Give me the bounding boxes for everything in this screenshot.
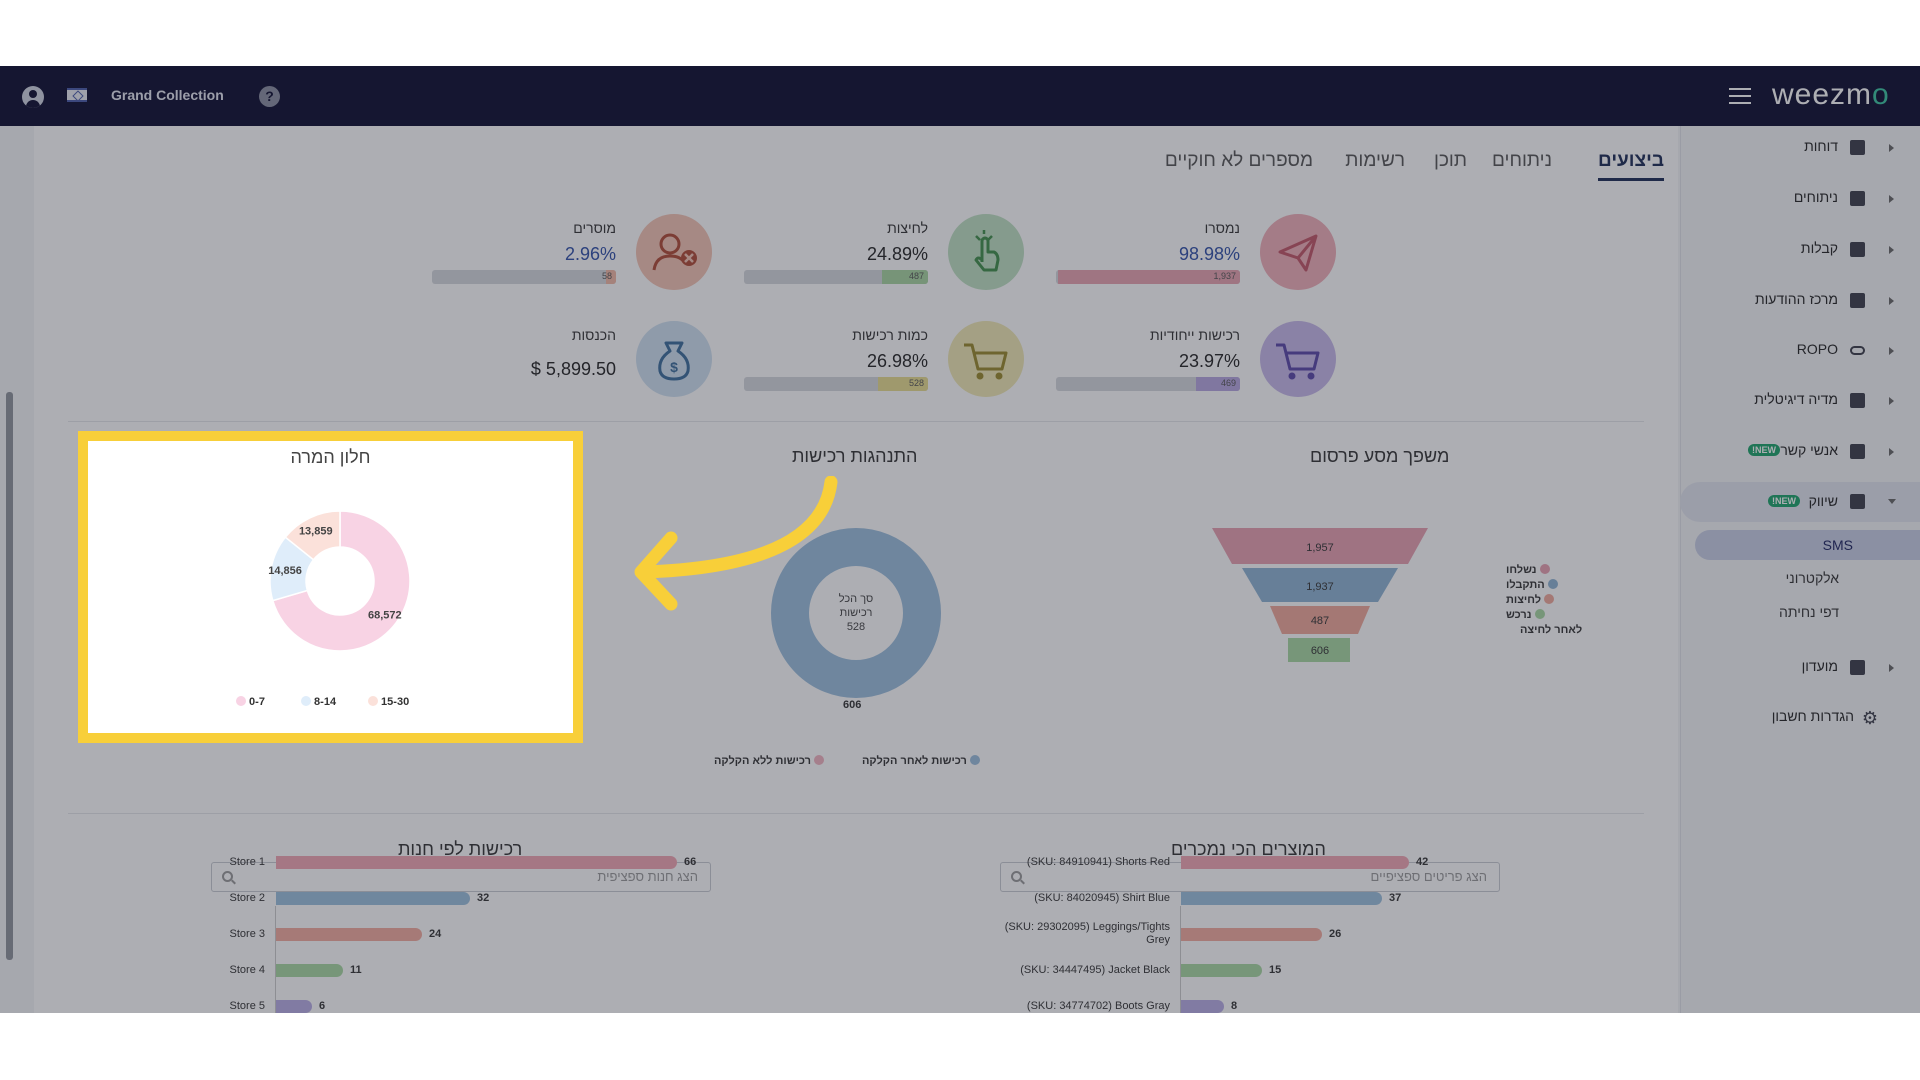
legend-label: 15-30 xyxy=(378,696,410,708)
donut-data-label: 13,859 xyxy=(299,526,333,538)
legend-label: 8-14 xyxy=(311,696,337,708)
legend-item-8-14[interactable]: 8-14 xyxy=(301,696,336,708)
conversion-window-donut-chart: 68,572 14,856 13,859 xyxy=(268,510,411,652)
legend-dot xyxy=(301,696,311,706)
legend-label: 0-7 xyxy=(246,696,265,708)
donut-data-label: 14,856 xyxy=(268,565,302,577)
legend-item-15-30[interactable]: 15-30 xyxy=(368,696,409,708)
legend-dot xyxy=(236,696,246,706)
app-window: Grand Collection ? weezmo ביצועים ניתוחי… xyxy=(0,66,1920,1013)
legend-dot xyxy=(368,696,378,706)
legend-item-0-7[interactable]: 0-7 xyxy=(236,696,265,708)
callout-arrow xyxy=(634,476,838,611)
conversion-window-card: חלון המרה 68,572 14,856 13,859 0-7 8-14 15… xyxy=(78,431,583,743)
donut-data-label: 68,572 xyxy=(368,610,402,622)
conversion-window-title: חלון המרה xyxy=(290,447,371,467)
